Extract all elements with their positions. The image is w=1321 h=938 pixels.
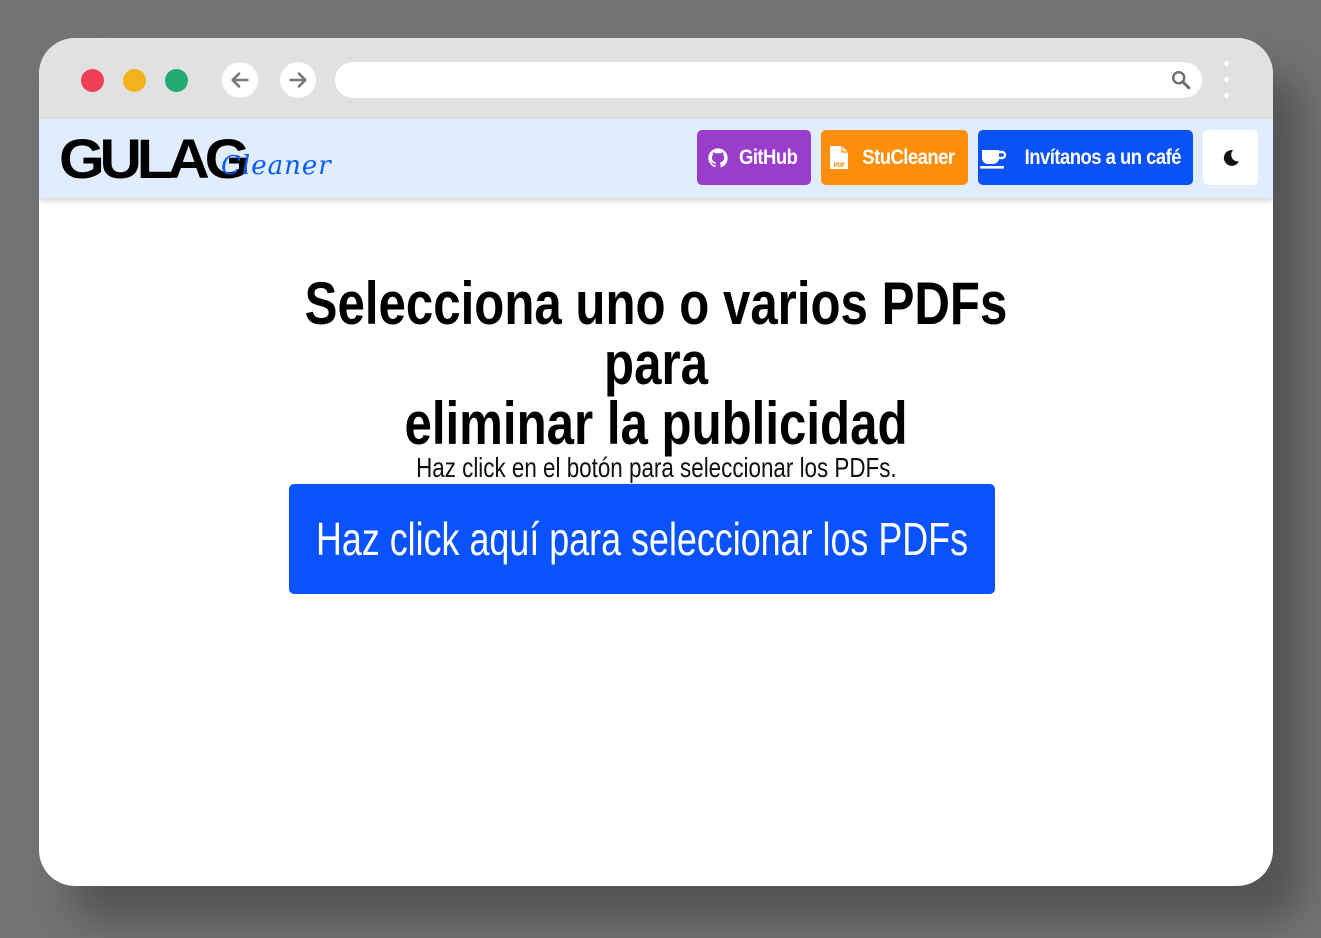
github-button[interactable]: GitHub — [697, 130, 811, 185]
page-title: Selecciona uno o varios PDFs para elimin… — [39, 274, 1273, 454]
select-pdfs-label: Haz click aquí para seleccionar los PDFs — [315, 513, 969, 565]
logo-text: GULAG — [59, 127, 250, 190]
site-logo[interactable]: GULAG Cleaner — [59, 131, 339, 187]
maximize-window-dot[interactable] — [165, 69, 188, 92]
stucleaner-button[interactable]: PDF StuCleaner — [821, 130, 968, 185]
github-label: GitHub — [738, 145, 798, 169]
coffee-cup-icon — [979, 149, 1006, 169]
select-pdfs-button[interactable]: Haz click aquí para seleccionar los PDFs — [289, 484, 995, 594]
page-subtitle: Haz click en el botón para seleccionar l… — [39, 452, 1273, 484]
page-title-line-1: Selecciona uno o varios PDFs para — [304, 270, 1008, 397]
buy-coffee-label: Invítanos a un café — [1024, 145, 1181, 169]
stucleaner-label: StuCleaner — [862, 145, 955, 169]
pdf-file-icon: PDF — [830, 145, 849, 169]
buy-coffee-button[interactable]: Invítanos a un café — [978, 130, 1193, 185]
arrow-right-icon — [289, 72, 307, 88]
forward-button[interactable] — [280, 62, 316, 98]
page-title-line-2: eliminar la publicidad — [404, 390, 908, 457]
minimize-window-dot[interactable] — [123, 69, 146, 92]
moon-icon — [1223, 149, 1239, 166]
arrow-left-icon — [231, 72, 249, 88]
browser-toolbar — [39, 38, 1273, 119]
theme-toggle-button[interactable] — [1203, 130, 1258, 185]
kebab-menu-icon[interactable] — [1222, 61, 1230, 101]
search-icon[interactable] — [1170, 69, 1192, 91]
browser-window: GULAG Cleaner GitHub PDF StuCleaner Inví… — [39, 38, 1273, 886]
github-icon — [708, 147, 728, 167]
back-button[interactable] — [222, 62, 258, 98]
close-window-dot[interactable] — [81, 69, 104, 92]
svg-text:PDF: PDF — [834, 162, 846, 169]
address-bar[interactable] — [335, 62, 1202, 98]
logo-subtext: Cleaner — [221, 151, 332, 181]
site-navbar: GULAG Cleaner GitHub PDF StuCleaner Inví… — [39, 119, 1273, 198]
page-subtitle-text: Haz click en el botón para seleccionar l… — [415, 452, 897, 483]
